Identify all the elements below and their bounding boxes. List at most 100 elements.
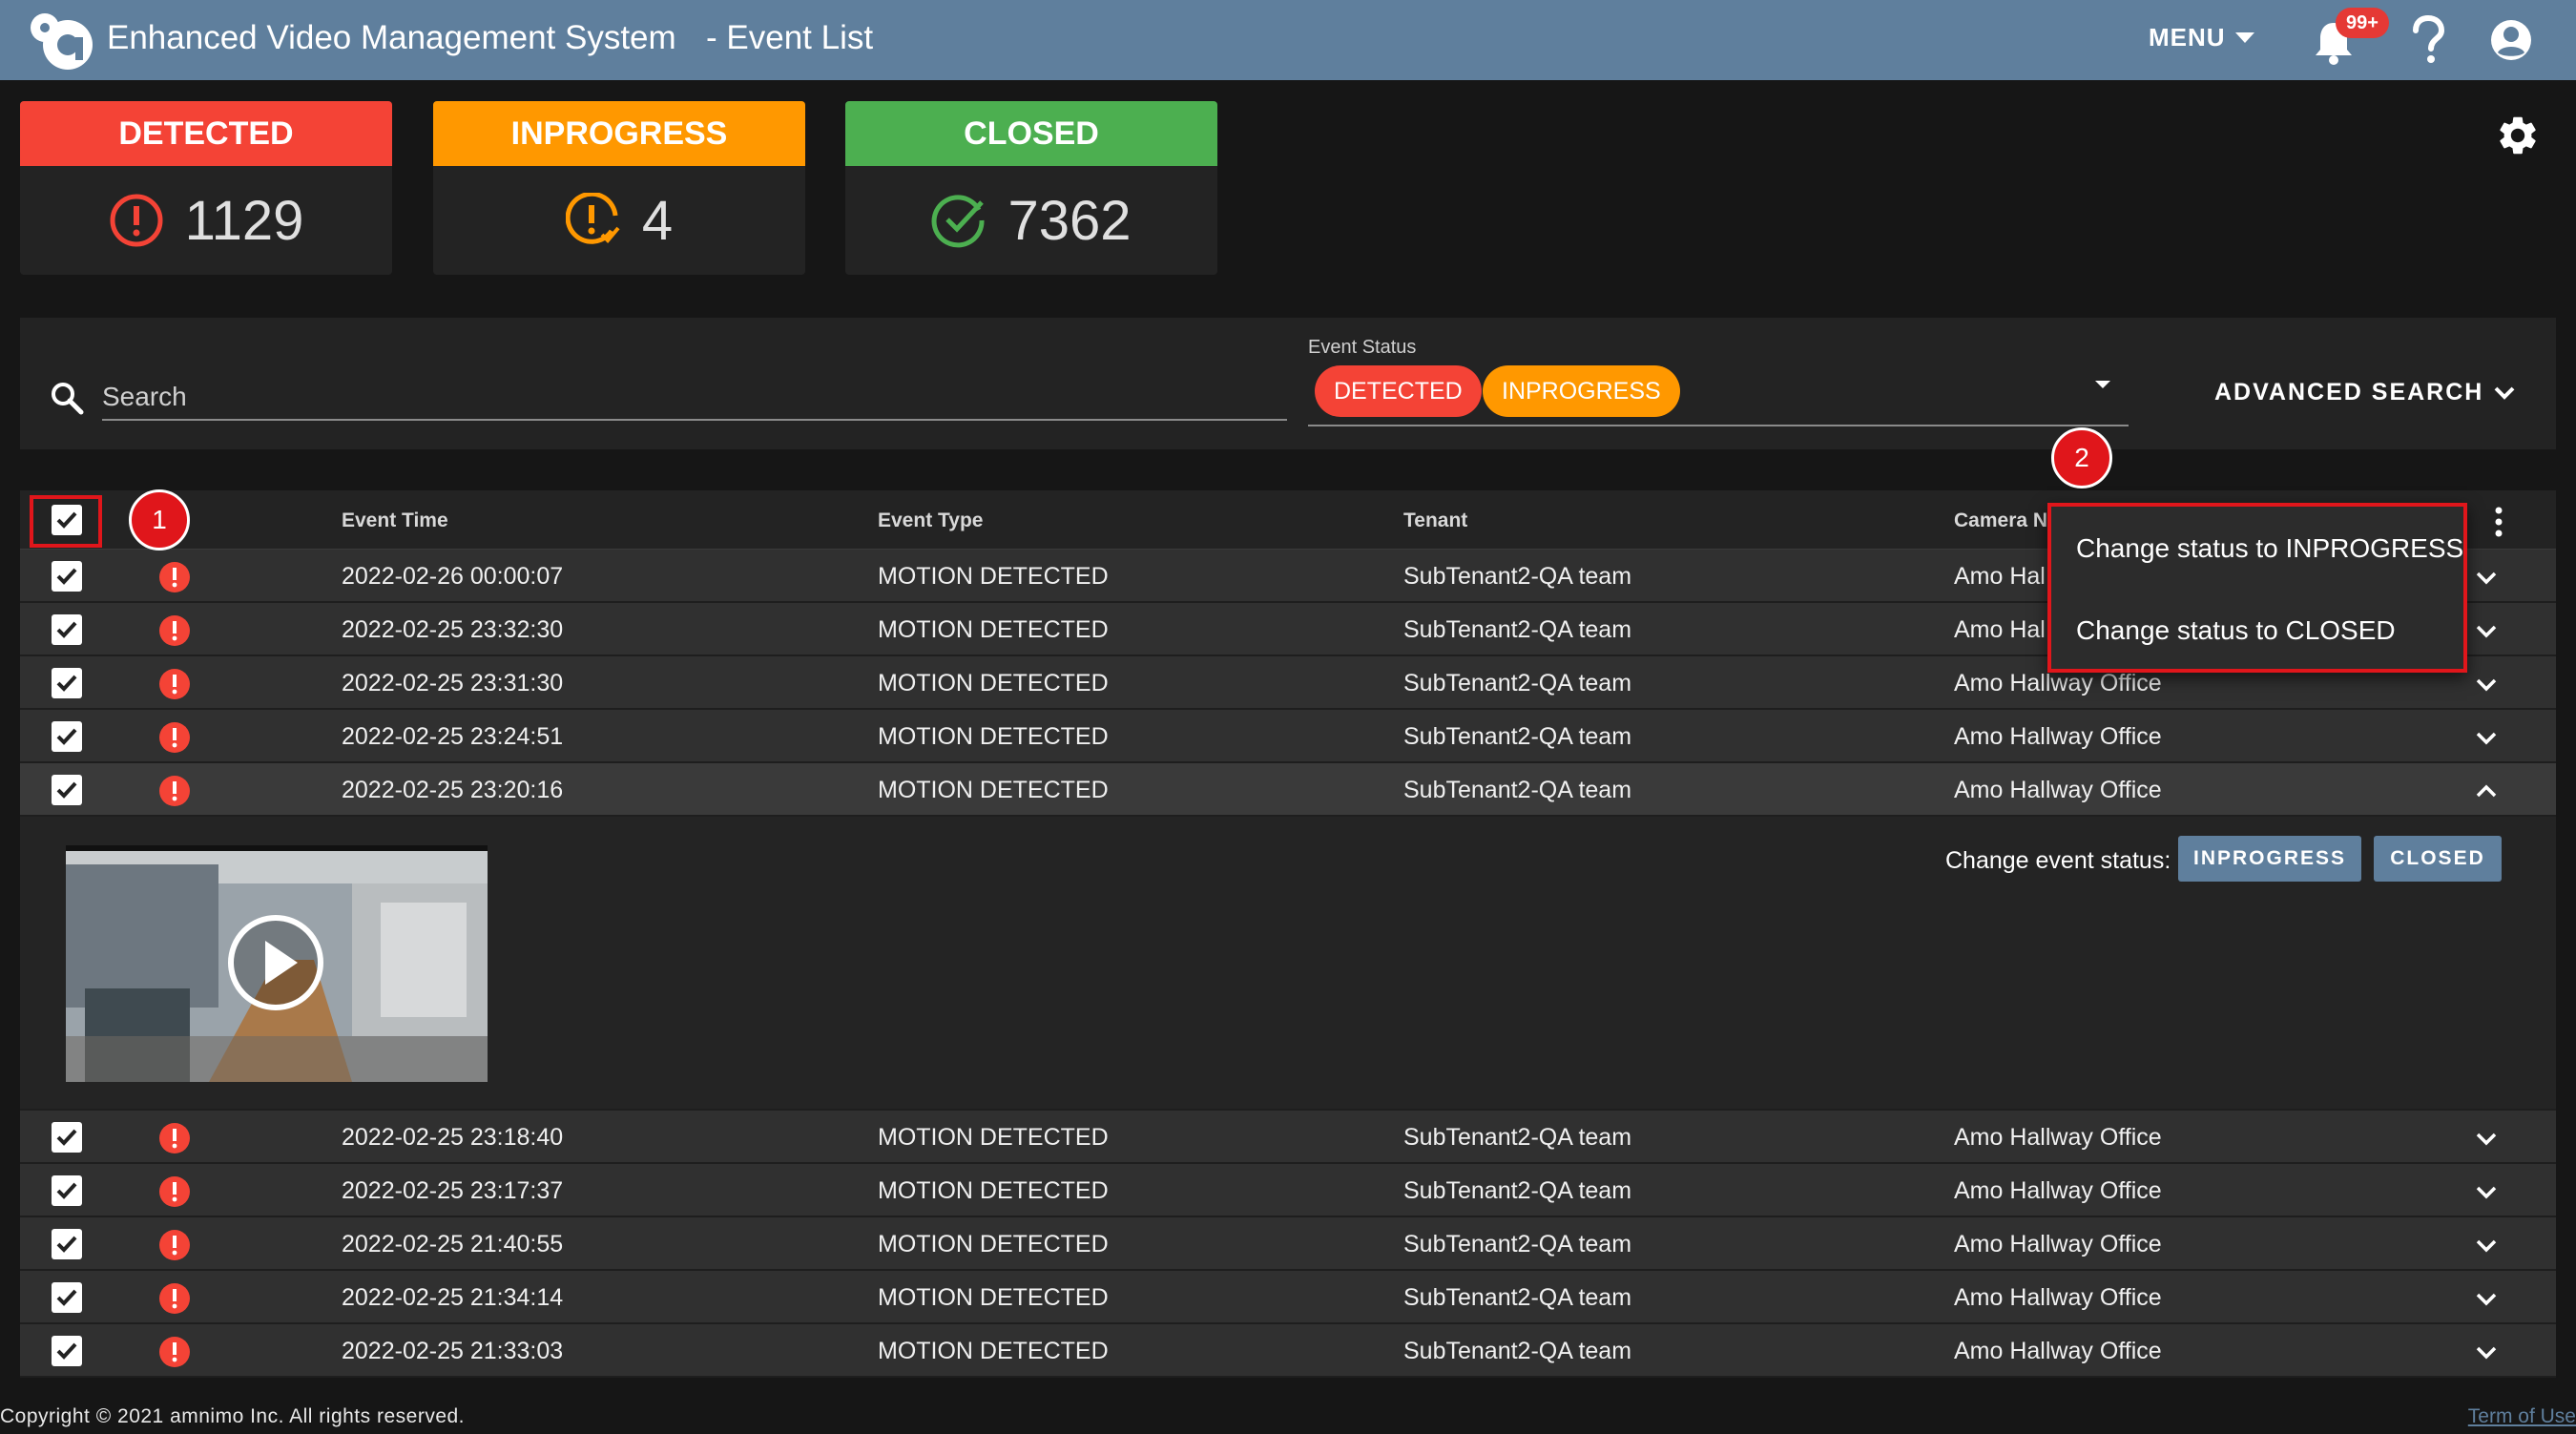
expanded-event-detail: Change event status: INPROGRESS CLOSED (20, 817, 2556, 1111)
set-closed-button[interactable]: CLOSED (2374, 836, 2502, 882)
more-vert-icon[interactable] (2484, 505, 2513, 539)
notification-badge: 99+ (2336, 8, 2389, 38)
stat-card-detected[interactable]: DETECTED 1129 (20, 101, 392, 275)
play-icon[interactable] (225, 912, 326, 1013)
table-row[interactable]: 2022-02-25 23:18:40 MOTION DETECTED SubTen… (20, 1111, 2556, 1164)
table-row[interactable]: 2022-02-25 23:24:51 MOTION DETECTED SubTen… (20, 710, 2556, 763)
alert-circle-icon (110, 194, 163, 247)
alert-progress-icon (565, 193, 620, 244)
cell-tenant: SubTenant2-QA team (1403, 616, 1632, 643)
chevron-down-icon[interactable] (2472, 616, 2501, 645)
table-row[interactable]: 2022-02-25 23:17:37 MOTION DETECTED SubTen… (20, 1164, 2556, 1217)
cell-tenant: SubTenant2-QA team (1403, 1177, 1632, 1204)
cell-event-type: MOTION DETECTED (878, 777, 1109, 803)
row-checkbox[interactable] (52, 721, 82, 752)
cell-event-time: 2022-02-25 23:20:16 (342, 777, 564, 803)
cell-camera-name: Amo Hal (1954, 563, 2046, 590)
row-checkbox[interactable] (52, 1175, 82, 1206)
column-header-tenant[interactable]: Tenant (1403, 509, 1467, 532)
cell-tenant: SubTenant2-QA team (1403, 563, 1632, 590)
chevron-down-icon[interactable] (2472, 563, 2501, 592)
menu-button[interactable]: MENU (2149, 23, 2254, 52)
cell-tenant: SubTenant2-QA team (1403, 1124, 1632, 1151)
status-chip-inprogress[interactable]: INPROGRESS (1483, 365, 1680, 417)
table-row[interactable]: 2022-02-25 21:40:55 MOTION DETECTED SubTen… (20, 1217, 2556, 1271)
chevron-down-icon[interactable] (2472, 723, 2501, 752)
stat-card-count: 7362 (1008, 189, 1132, 252)
cell-event-type: MOTION DETECTED (878, 723, 1109, 750)
help-icon[interactable] (2408, 15, 2448, 65)
chevron-down-icon[interactable] (2472, 1284, 2501, 1313)
terms-link[interactable]: Term of Use (2468, 1405, 2576, 1428)
table-row[interactable]: 2022-02-25 21:33:03 MOTION DETECTED SubTen… (20, 1324, 2556, 1378)
chevron-down-icon[interactable] (2472, 1177, 2501, 1206)
search-filter-bar: Event Status DETECTED INPROGRESS ADVANCE… (20, 318, 2556, 449)
advanced-search-toggle[interactable]: ADVANCED SEARCH (2214, 379, 2516, 406)
alert-status-icon (159, 562, 190, 592)
status-select-underline (1308, 425, 2129, 426)
chevron-up-icon[interactable] (2472, 777, 2501, 805)
menu-item-change-to-closed[interactable]: Change status to CLOSED (2076, 615, 2396, 646)
cell-camera-name: Amo Hallway Office (1954, 1124, 2162, 1151)
cell-event-type: MOTION DETECTED (878, 1124, 1109, 1151)
row-checkbox[interactable] (52, 1229, 82, 1259)
alert-status-icon (159, 1337, 190, 1367)
cell-event-time: 2022-02-25 23:18:40 (342, 1124, 564, 1151)
account-icon[interactable] (2490, 19, 2532, 61)
row-checkbox[interactable] (52, 614, 82, 645)
column-header-event-type[interactable]: Event Type (878, 509, 983, 532)
column-header-event-time[interactable]: Event Time (342, 509, 448, 532)
cell-event-time: 2022-02-25 23:31:30 (342, 670, 564, 696)
search-input[interactable] (102, 375, 1287, 421)
row-checkbox[interactable] (52, 775, 82, 805)
column-header-camera-name[interactable]: Camera Na (1954, 509, 2059, 532)
cell-event-time: 2022-02-25 23:17:37 (342, 1177, 564, 1204)
status-dropdown-caret-icon[interactable] (2088, 369, 2117, 398)
alert-status-icon (159, 776, 190, 806)
chevron-down-icon[interactable] (2472, 1338, 2501, 1366)
table-row[interactable]: 2022-02-25 21:34:14 MOTION DETECTED SubTen… (20, 1271, 2556, 1324)
cell-event-time: 2022-02-25 23:24:51 (342, 723, 564, 750)
cell-camera-name: Amo Hallway Office (1954, 723, 2162, 750)
copyright-text: Copyright © 2021 amnimo Inc. All rights … (0, 1405, 466, 1427)
chevron-down-icon (2494, 386, 2515, 400)
cell-event-type: MOTION DETECTED (878, 1284, 1109, 1311)
event-status-label: Event Status (1308, 337, 1417, 358)
bulk-action-menu: Change status to INPROGRESS Change statu… (2047, 503, 2467, 673)
chevron-down-icon[interactable] (2472, 1231, 2501, 1259)
row-checkbox[interactable] (52, 1282, 82, 1313)
menu-label: MENU (2149, 23, 2226, 52)
cell-camera-name: Amo Hallway Office (1954, 1177, 2162, 1204)
cell-event-type: MOTION DETECTED (878, 670, 1109, 696)
table-row[interactable]: 2022-02-25 23:20:16 MOTION DETECTED SubTen… (20, 763, 2556, 817)
alert-status-icon (159, 615, 190, 646)
status-chip-detected[interactable]: DETECTED (1315, 365, 1482, 417)
stat-card-closed[interactable]: CLOSED 7362 (845, 101, 1217, 275)
footer: Copyright © 2021 amnimo Inc. All rights … (0, 1402, 2576, 1434)
cell-camera-name: Amo Hal (1954, 616, 2046, 643)
check-circle-icon (932, 195, 985, 248)
alert-status-icon (159, 1123, 190, 1153)
row-checkbox[interactable] (52, 1122, 82, 1153)
caret-down-icon (2234, 31, 2254, 43)
set-inprogress-button[interactable]: INPROGRESS (2178, 836, 2361, 882)
settings-gear-icon[interactable] (2495, 113, 2541, 158)
chevron-down-icon[interactable] (2472, 1124, 2501, 1153)
row-checkbox[interactable] (52, 668, 82, 698)
app-title: Enhanced Video Management System (107, 19, 676, 56)
row-checkbox[interactable] (52, 561, 82, 592)
top-app-bar: Enhanced Video Management System - Event… (0, 0, 2576, 80)
cell-camera-name: Amo Hallway Office (1954, 1231, 2162, 1257)
stat-card-count: 4 (641, 189, 674, 252)
chevron-down-icon[interactable] (2472, 670, 2501, 698)
cell-tenant: SubTenant2-QA team (1403, 723, 1632, 750)
alert-status-icon (159, 1230, 190, 1260)
stat-card-label: DETECTED (20, 101, 392, 166)
stat-card-inprogress[interactable]: INPROGRESS 4 (433, 101, 805, 275)
alert-status-icon (159, 722, 190, 753)
row-checkbox[interactable] (52, 1336, 82, 1366)
advanced-search-label: ADVANCED SEARCH (2214, 379, 2484, 405)
alert-status-icon (159, 669, 190, 699)
menu-item-change-to-inprogress[interactable]: Change status to INPROGRESS (2076, 533, 2463, 564)
change-event-status-label: Change event status: (1945, 847, 2171, 874)
